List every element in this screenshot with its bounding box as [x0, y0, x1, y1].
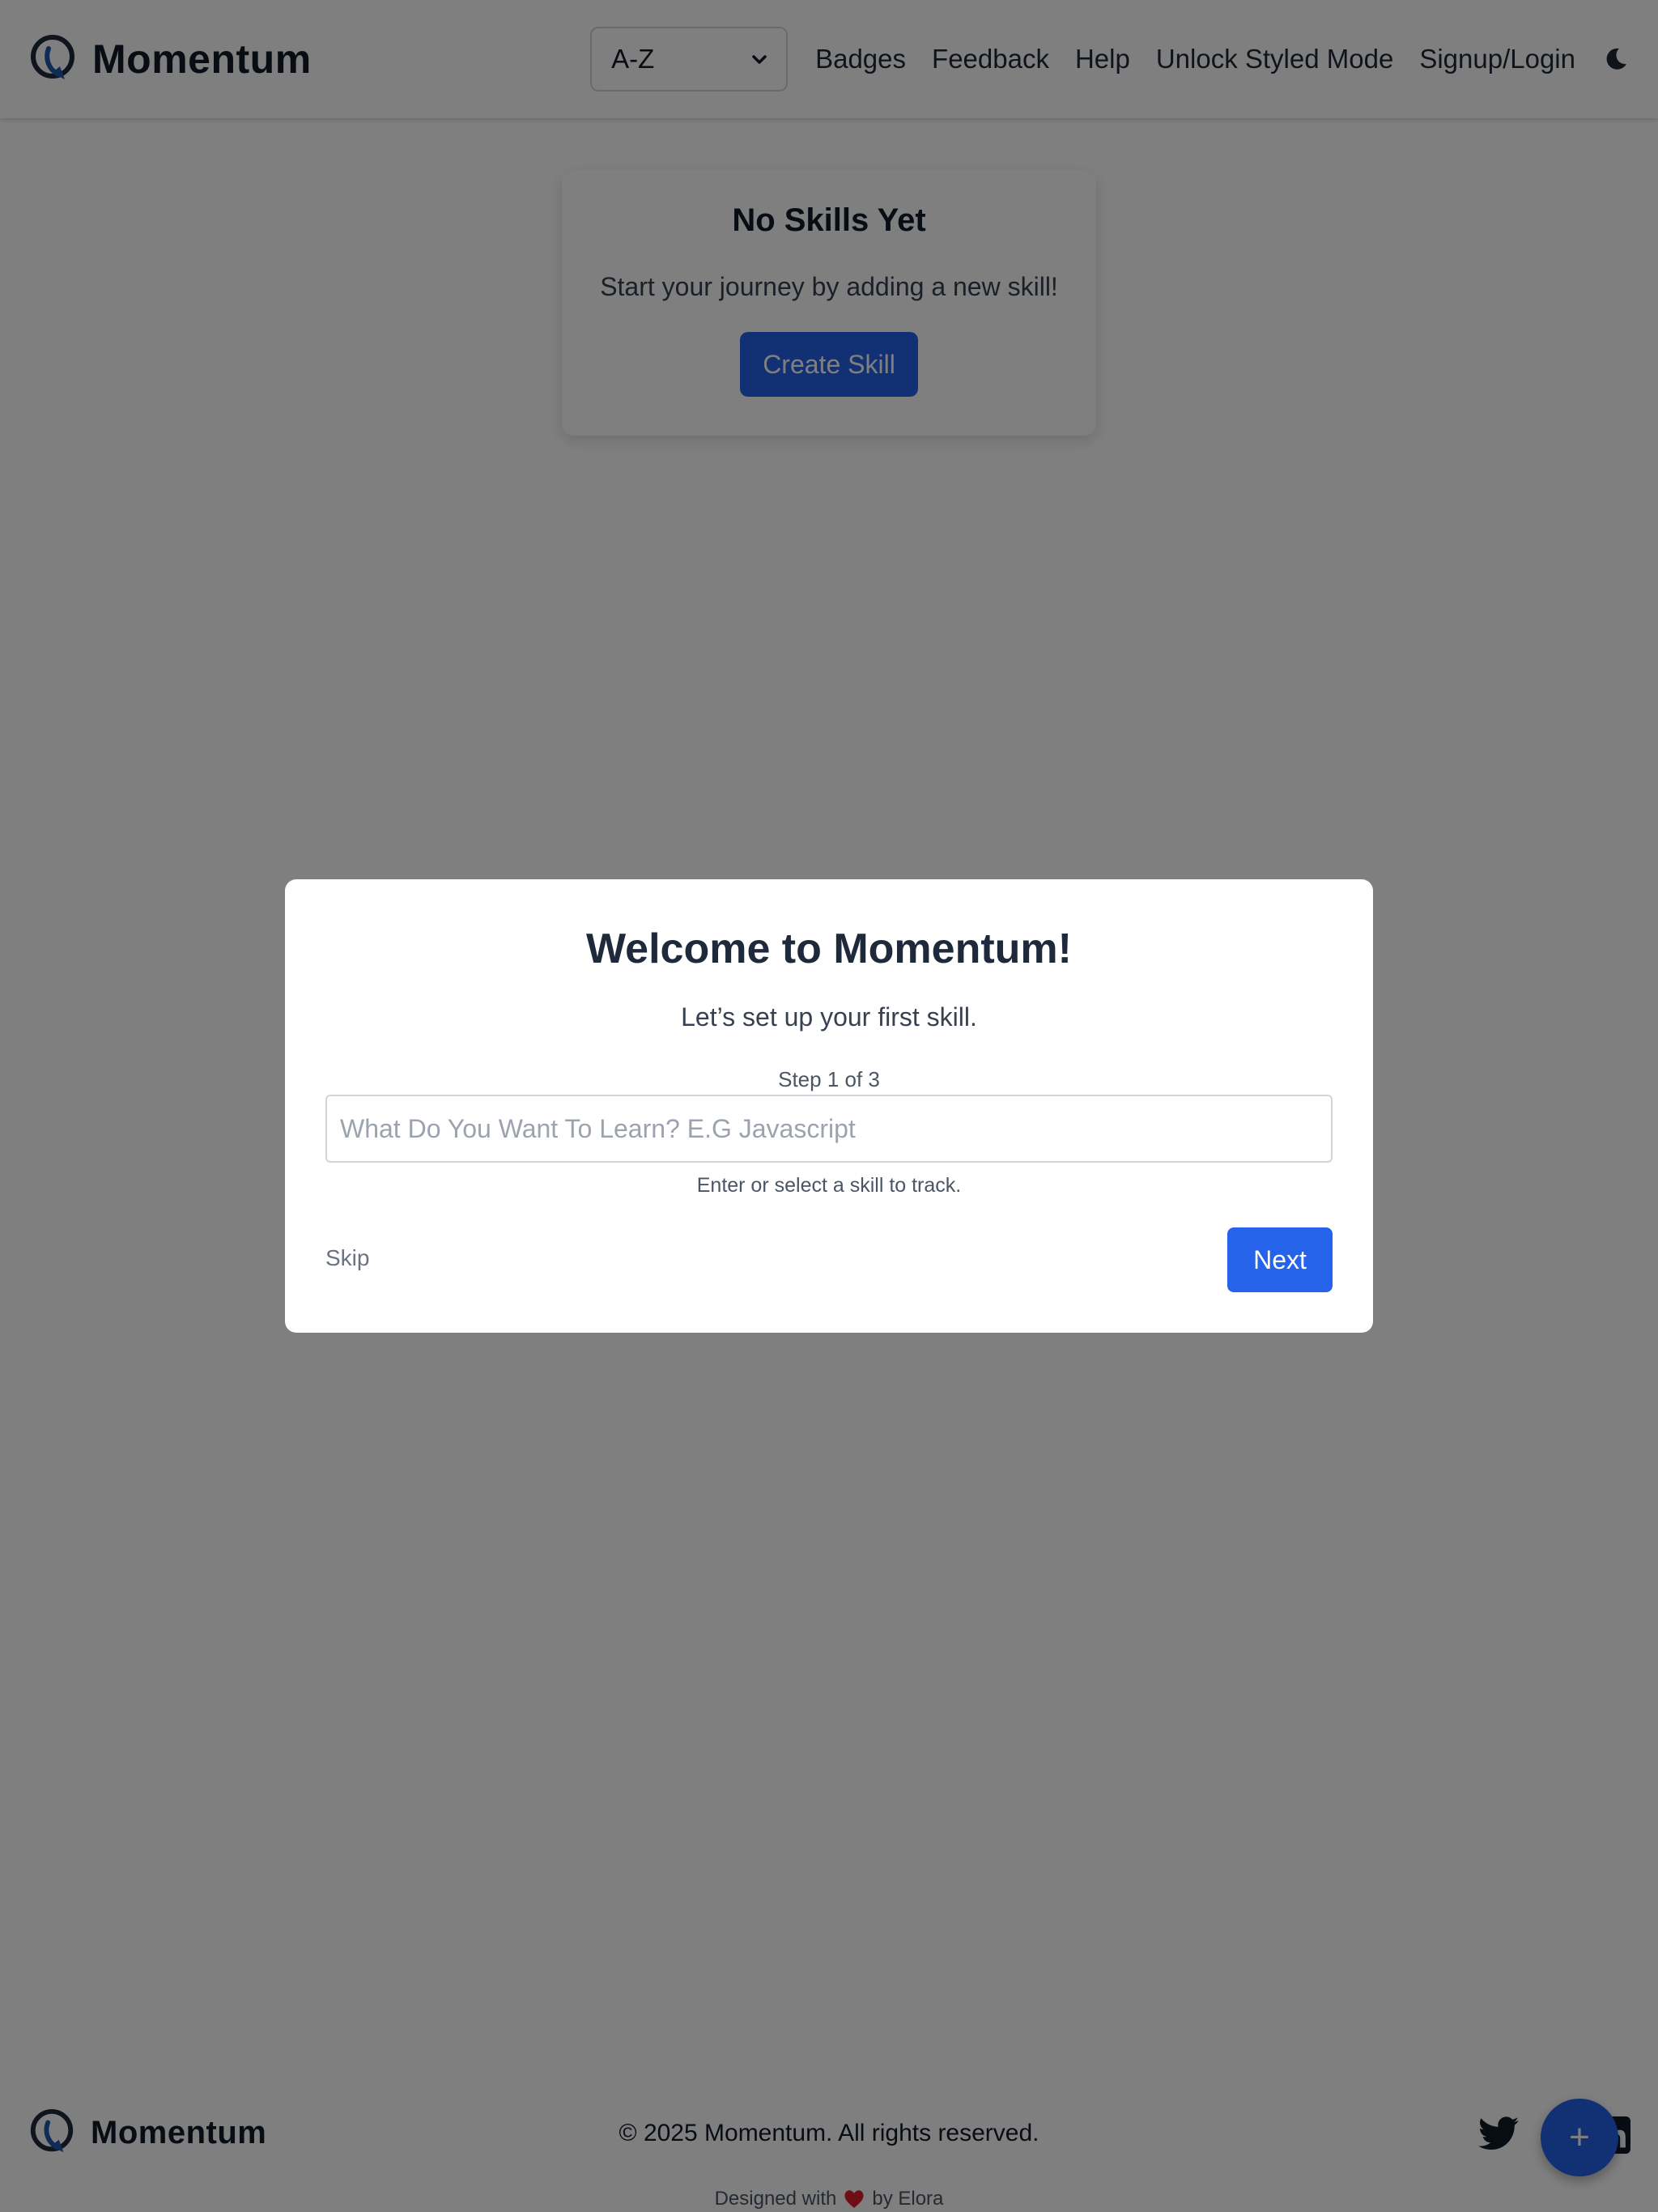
next-button[interactable]: Next [1227, 1227, 1333, 1292]
skill-input[interactable] [325, 1095, 1333, 1163]
modal-title: Welcome to Momentum! [586, 925, 1072, 972]
step-indicator: Step 1 of 3 [778, 1067, 880, 1091]
onboarding-modal: Welcome to Momentum! Let’s set up your f… [285, 879, 1373, 1333]
modal-subtitle: Let’s set up your first skill. [681, 1002, 977, 1032]
input-hint: Enter or select a skill to track. [696, 1174, 962, 1197]
skip-button[interactable]: Skip [325, 1245, 369, 1271]
